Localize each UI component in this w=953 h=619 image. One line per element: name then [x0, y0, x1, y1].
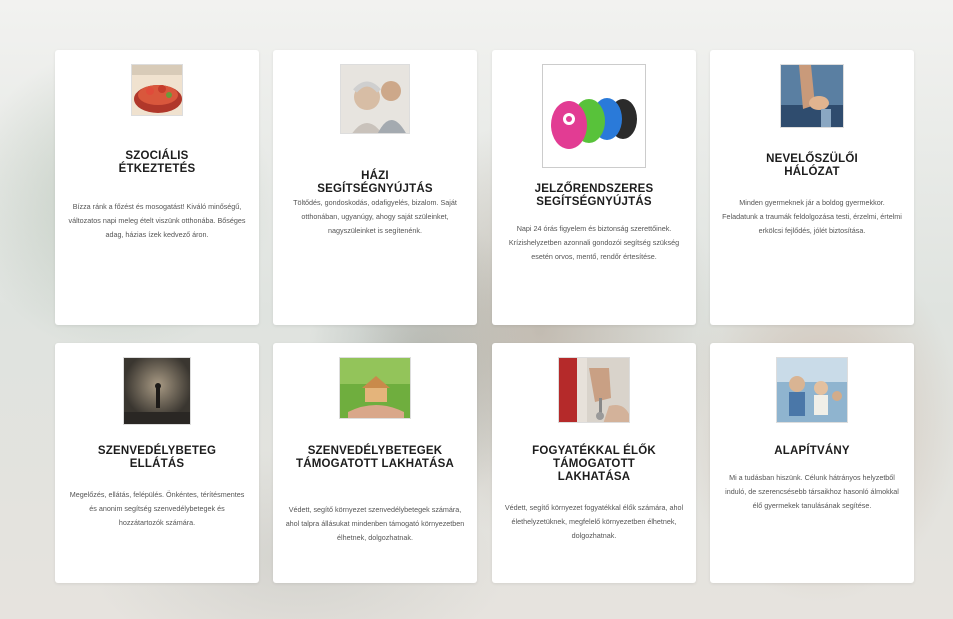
card-title: NEVELŐSZÜLŐI HÁLÓZAT: [766, 153, 858, 178]
food-icon: [131, 64, 183, 116]
card-title: JELZŐRENDSZERES SEGÍTSÉGNYÚJTÁS: [534, 183, 654, 208]
card-title: ALAPÍTVÁNY: [774, 445, 850, 457]
service-card-hazi-segitsegnyujtas[interactable]: HÁZI SEGÍTSÉGNYÚJTÁS Töltődés, gondoskod…: [273, 50, 477, 325]
card-description: Mi a tudásban hiszünk. Célunk hátrányos …: [725, 473, 899, 510]
card-description: Minden gyermeknek jár a boldog gyermekko…: [722, 198, 902, 235]
house-in-hands-icon: [339, 357, 411, 419]
card-description: Védett, segítő környezet fogyatékkal élő…: [504, 503, 684, 540]
children-icon: [776, 357, 848, 423]
card-title: FOGYATÉKKAL ÉLŐK TÁMOGATOTT LAKHATÁSA: [532, 445, 656, 483]
card-description: Védett, segítő környezet szenvedélybeteg…: [285, 505, 465, 542]
service-card-nevelőszuloi-halozat[interactable]: NEVELŐSZÜLŐI HÁLÓZAT Minden gyermeknek j…: [710, 50, 914, 325]
card-description: Töltődés, gondoskodás, odafigyelés, biza…: [293, 198, 457, 235]
card-description: Bízza ránk a főzést és mosogatást! Kivál…: [68, 202, 246, 239]
service-card-jelzorendszeres-segitsegnyujtas[interactable]: JELZŐRENDSZERES SEGÍTSÉGNYÚJTÁS Napi 24 …: [492, 50, 696, 325]
service-card-szenvedelybetegek-tamogatott-lakhatasa[interactable]: SZENVEDÉLYBETEGEK TÁMOGATOTT LAKHATÁSA V…: [273, 343, 477, 583]
card-description: Napi 24 órás figyelem és biztonság szere…: [508, 224, 680, 261]
card-title: SZENVEDÉLYBETEG ELLÁTÁS: [97, 445, 217, 470]
family-icon: [780, 64, 844, 128]
card-title: SZOCIÁLIS ÉTKEZTETÉS: [118, 150, 196, 175]
service-card-fogyatekkal-elok-tamogatott-lakhatasa[interactable]: FOGYATÉKKAL ÉLŐK TÁMOGATOTT LAKHATÁSA Vé…: [492, 343, 696, 583]
addiction-care-icon: [123, 357, 191, 425]
card-description: Megelőzés, ellátás, felépülés. Önkéntes,…: [69, 490, 245, 527]
service-card-szenvedelybeteg-ellatas[interactable]: SZENVEDÉLYBETEG ELLÁTÁS Megelőzés, ellát…: [55, 343, 259, 583]
card-title: HÁZI SEGÍTSÉGNYÚJTÁS: [317, 170, 433, 195]
keys-icon: [558, 357, 630, 423]
service-card-alapitvany[interactable]: ALAPÍTVÁNY Mi a tudásban hiszünk. Célunk…: [710, 343, 914, 583]
alarm-device-icon: [542, 64, 646, 168]
elderly-care-icon: [340, 64, 410, 134]
card-title: SZENVEDÉLYBETEGEK TÁMOGATOTT LAKHATÁSA: [296, 445, 454, 470]
service-card-szocialis-etkeztetes[interactable]: SZOCIÁLIS ÉTKEZTETÉS Bízza ránk a főzést…: [55, 50, 259, 325]
